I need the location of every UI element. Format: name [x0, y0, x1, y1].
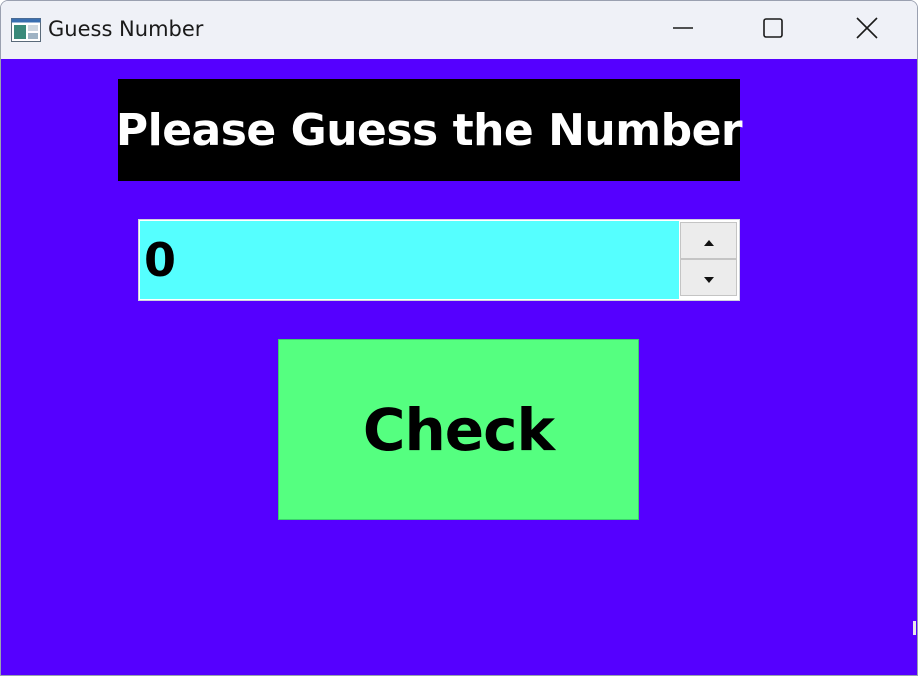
minimize-icon [672, 17, 694, 43]
check-button[interactable]: Check [278, 339, 639, 520]
main-panel: Please Guess the Number Check [1, 59, 917, 675]
close-button[interactable] [821, 1, 913, 59]
guess-input[interactable] [140, 221, 679, 299]
app-window: Guess Number Please Guess the Number 0 C… [0, 0, 918, 676]
guess-spinner [138, 219, 740, 301]
decrement-button[interactable] [680, 259, 737, 296]
arrow-down-icon [703, 268, 714, 287]
title-bar[interactable]: Guess Number [1, 1, 917, 59]
page-title: Please Guess the Number [115, 104, 743, 156]
app-window-icon [11, 18, 41, 42]
resize-edge[interactable] [913, 621, 916, 635]
window-title: Guess Number [48, 17, 204, 41]
heading-banner: Please Guess the Number [115, 79, 743, 181]
maximize-icon [762, 17, 784, 43]
increment-button[interactable] [680, 222, 737, 259]
maximize-button[interactable] [727, 1, 819, 59]
close-icon [855, 16, 879, 44]
minimize-button[interactable] [637, 1, 729, 59]
check-button-label: Check [362, 395, 555, 464]
arrow-up-icon [703, 231, 714, 250]
